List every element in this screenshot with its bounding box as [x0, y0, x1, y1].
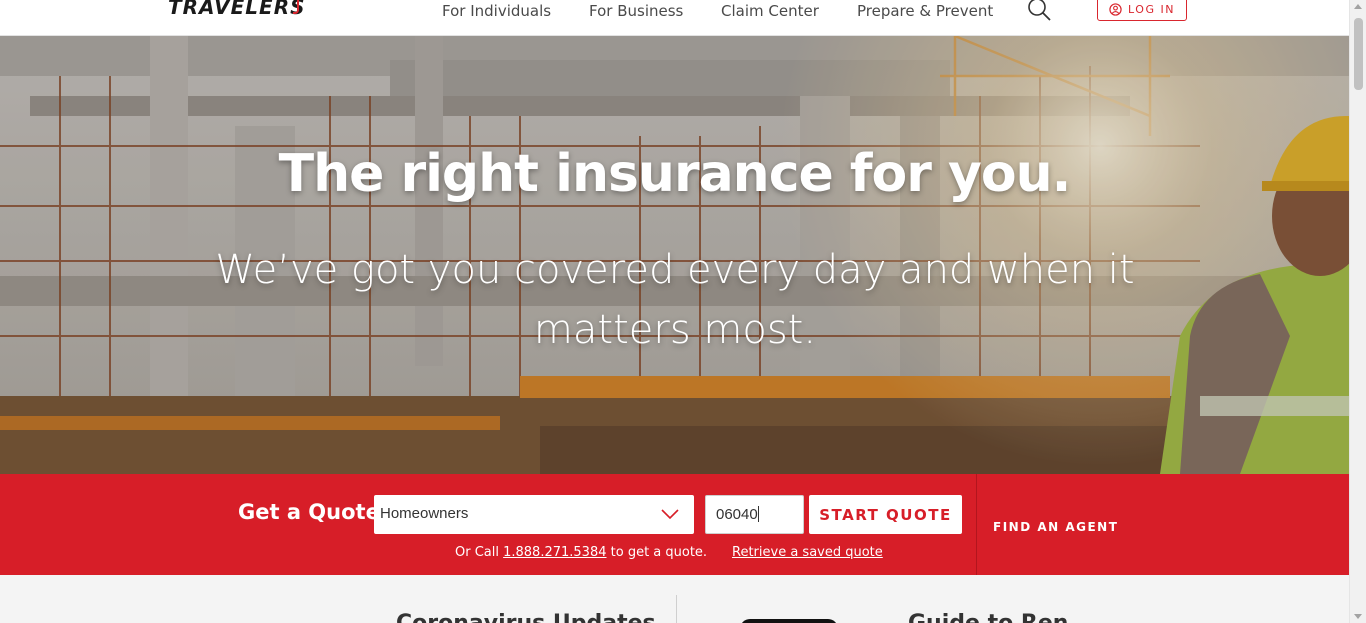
insurance-type-value: Homeowners [380, 505, 469, 522]
user-circle-icon [1109, 3, 1122, 16]
get-a-quote-label: Get a Quote [238, 500, 380, 524]
find-an-agent-link[interactable]: FIND AN AGENT [993, 520, 1118, 534]
zip-code-input[interactable]: 06040 [705, 495, 804, 534]
hero-title: The right insurance for you. [278, 144, 1072, 204]
umbrella-hook-icon [293, 0, 299, 14]
scroll-up-arrow-icon[interactable] [1354, 4, 1362, 9]
nav-for-individuals[interactable]: For Individuals [442, 0, 551, 22]
scrollbar-thumb[interactable] [1354, 18, 1363, 90]
hero-subtitle: We’ve got you covered every day and when… [215, 247, 1135, 353]
insurance-type-select[interactable]: Homeowners [374, 495, 694, 534]
call-suffix: to get a quote. [606, 545, 708, 560]
login-button[interactable]: LOG IN [1097, 0, 1187, 21]
quote-bar: Get a Quote Homeowners 06040 START QUOTE… [0, 474, 1349, 575]
zip-code-value: 06040 [716, 506, 758, 523]
phone-link[interactable]: 1.888.271.5384 [503, 545, 606, 560]
text-cursor [757, 506, 759, 522]
call-line: Or Call 1.888.271.5384 to get a quote. [455, 545, 707, 560]
login-label: LOG IN [1128, 3, 1175, 16]
quote-divider [976, 474, 977, 575]
guide-heading: Guide to Ren [908, 611, 1068, 623]
start-quote-button[interactable]: START QUOTE [809, 495, 962, 534]
section-divider [676, 595, 677, 623]
nav-for-business[interactable]: For Business [589, 0, 683, 22]
travelers-logo[interactable]: TRAVELERS [168, 0, 306, 19]
below-fold-section: Coronavirus Updates Guide to Ren [0, 575, 1349, 623]
hero-banner: The right insurance for you. We’ve got y… [0, 36, 1349, 474]
scroll-down-arrow-icon[interactable] [1354, 614, 1362, 619]
nav-prepare-prevent[interactable]: Prepare & Prevent [857, 0, 993, 22]
chevron-down-icon [661, 509, 679, 520]
nav-claim-center[interactable]: Claim Center [721, 0, 819, 22]
coronavirus-updates-heading: Coronavirus Updates [396, 611, 656, 623]
page-scrollbar[interactable] [1349, 0, 1366, 623]
site-header: TRAVELERS For Individuals For Business C… [0, 0, 1349, 36]
dark-badge [740, 619, 838, 623]
retrieve-saved-quote-link[interactable]: Retrieve a saved quote [732, 545, 883, 560]
search-icon[interactable] [1026, 0, 1052, 22]
call-prefix: Or Call [455, 545, 504, 560]
